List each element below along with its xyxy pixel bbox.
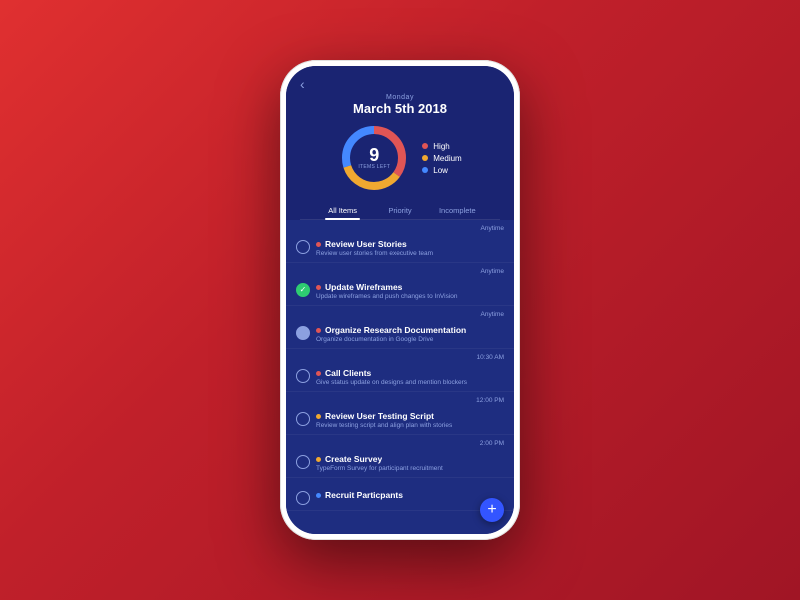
time-label-4: 12:00 PM — [286, 392, 514, 406]
task-content-5: Create Survey TypeForm Survey for partic… — [316, 454, 504, 472]
add-task-button[interactable]: + — [480, 498, 504, 522]
phone-frame: ‹ Monday March 5th 2018 9 — [280, 60, 520, 540]
donut-chart: 9 ITEMS LEFT — [338, 122, 410, 194]
tab-all-items[interactable]: All Items — [314, 202, 371, 219]
chart-legend-area: 9 ITEMS LEFT High Medium Low — [300, 122, 500, 202]
task-checkbox-2[interactable] — [296, 326, 310, 340]
task-list[interactable]: Anytime Review User Stories Review user … — [286, 220, 514, 534]
task-title-5: Create Survey — [325, 454, 382, 464]
task-title-1: Update Wireframes — [325, 282, 402, 292]
low-dot — [422, 167, 428, 173]
task-item-0[interactable]: Review User Stories Review user stories … — [286, 234, 514, 263]
task-checkbox-0[interactable] — [296, 240, 310, 254]
day-label: Monday — [300, 94, 500, 101]
items-count: 9 — [358, 146, 390, 164]
priority-legend: High Medium Low — [422, 142, 461, 175]
donut-center: 9 ITEMS LEFT — [358, 146, 390, 170]
medium-dot — [422, 155, 428, 161]
time-label-6 — [286, 478, 514, 485]
phone-screen: ‹ Monday March 5th 2018 9 — [286, 66, 514, 534]
task-title-6: Recruit Particpants — [325, 490, 403, 500]
high-label: High — [433, 142, 449, 151]
task-content-3: Call Clients Give status update on desig… — [316, 368, 504, 386]
task-item-3[interactable]: Call Clients Give status update on desig… — [286, 363, 514, 392]
legend-medium: Medium — [422, 154, 461, 163]
task-title-3: Call Clients — [325, 368, 371, 378]
task-item-1[interactable]: ✓ Update Wireframes Update wireframes an… — [286, 277, 514, 306]
task-desc-4: Review testing script and align plan wit… — [316, 422, 504, 429]
task-checkbox-6[interactable] — [296, 491, 310, 505]
task-content-1: Update Wireframes Update wireframes and … — [316, 282, 504, 300]
legend-low: Low — [422, 166, 461, 175]
task-desc-2: Organize documentation in Google Drive — [316, 336, 504, 343]
tab-incomplete[interactable]: Incomplete — [429, 202, 486, 219]
task-desc-5: TypeForm Survey for participant recruitm… — [316, 465, 504, 472]
task-title-4: Review User Testing Script — [325, 411, 434, 421]
priority-dot-0 — [316, 242, 321, 247]
task-content-6: Recruit Particpants — [316, 490, 504, 500]
priority-dot-2 — [316, 328, 321, 333]
task-item-5[interactable]: Create Survey TypeForm Survey for partic… — [286, 449, 514, 478]
priority-dot-5 — [316, 457, 321, 462]
task-content-4: Review User Testing Script Review testin… — [316, 411, 504, 429]
task-content-0: Review User Stories Review user stories … — [316, 239, 504, 257]
priority-dot-1 — [316, 285, 321, 290]
high-dot — [422, 143, 428, 149]
checkmark-icon: ✓ — [300, 286, 307, 294]
time-label-5: 2:00 PM — [286, 435, 514, 449]
date-display: March 5th 2018 — [300, 101, 500, 116]
medium-label: Medium — [433, 154, 461, 163]
task-checkbox-3[interactable] — [296, 369, 310, 383]
task-desc-1: Update wireframes and push changes to In… — [316, 293, 504, 300]
task-content-2: Organize Research Documentation Organize… — [316, 325, 504, 343]
priority-dot-6 — [316, 493, 321, 498]
priority-dot-4 — [316, 414, 321, 419]
time-label-0: Anytime — [286, 220, 514, 234]
task-title-2: Organize Research Documentation — [325, 325, 466, 335]
time-label-2: Anytime — [286, 306, 514, 320]
task-title-0: Review User Stories — [325, 239, 407, 249]
time-label-1: Anytime — [286, 263, 514, 277]
items-label: ITEMS LEFT — [358, 164, 390, 170]
task-desc-0: Review user stories from executive team — [316, 250, 504, 257]
priority-dot-3 — [316, 371, 321, 376]
task-desc-3: Give status update on designs and mentio… — [316, 379, 504, 386]
back-button[interactable]: ‹ — [300, 76, 500, 92]
task-checkbox-1[interactable]: ✓ — [296, 283, 310, 297]
task-checkbox-5[interactable] — [296, 455, 310, 469]
legend-high: High — [422, 142, 461, 151]
task-item-2[interactable]: Organize Research Documentation Organize… — [286, 320, 514, 349]
app-header: ‹ Monday March 5th 2018 9 — [286, 66, 514, 220]
time-label-3: 10:30 AM — [286, 349, 514, 363]
task-item-4[interactable]: Review User Testing Script Review testin… — [286, 406, 514, 435]
tab-bar: All Items Priority Incomplete — [300, 202, 500, 220]
tab-priority[interactable]: Priority — [371, 202, 428, 219]
low-label: Low — [433, 166, 448, 175]
task-checkbox-4[interactable] — [296, 412, 310, 426]
